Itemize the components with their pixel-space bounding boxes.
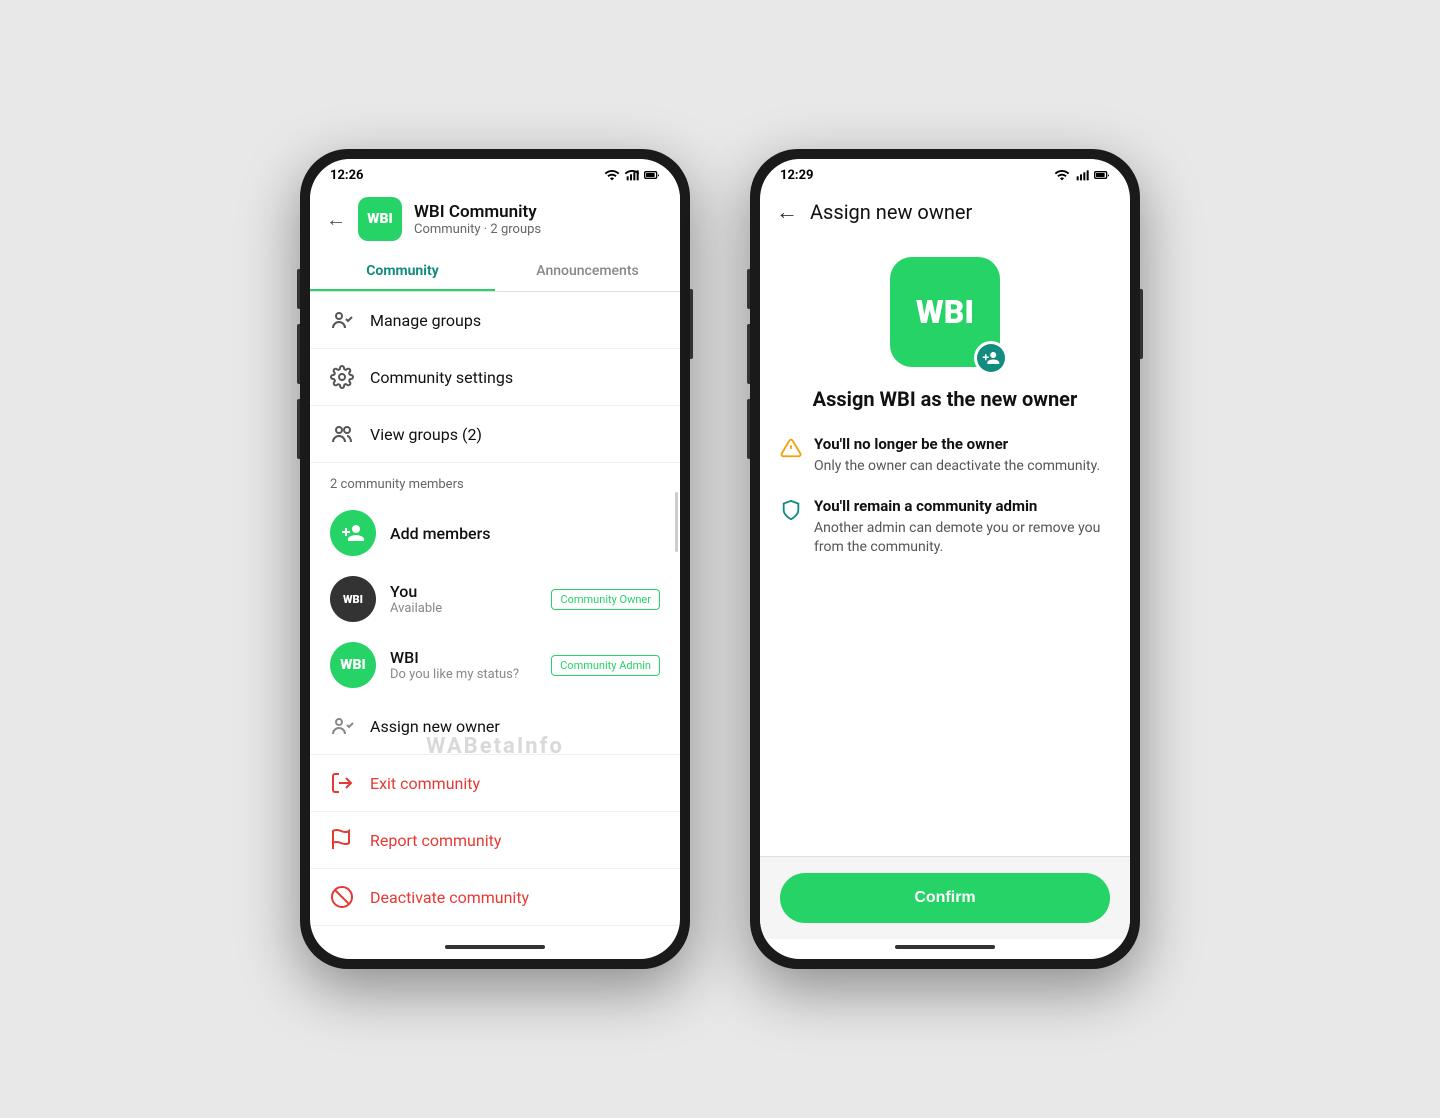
member-wbi-status: Do you like my status?	[390, 667, 537, 682]
add-member-circle-icon	[330, 510, 376, 556]
member-you-status: Available	[390, 601, 537, 616]
home-bar	[310, 939, 680, 959]
view-groups-label: View groups (2)	[370, 425, 482, 444]
warning-icon	[780, 437, 802, 459]
left-phone: 12:26 ← WBI WBI Community Community · 2 …	[300, 149, 690, 969]
status-bar: 12:26	[310, 159, 680, 187]
community-settings-item[interactable]: Community settings	[310, 349, 680, 406]
manage-groups-icon	[330, 308, 354, 332]
report-community-label: Report community	[370, 831, 501, 850]
battery-icon	[644, 167, 660, 183]
volume-up-button	[297, 324, 300, 384]
home-bar-line-right	[895, 945, 995, 949]
power-button	[690, 289, 693, 359]
wifi-icon-right	[1054, 167, 1070, 183]
left-header: ← WBI WBI Community Community · 2 groups	[310, 187, 680, 251]
info-desc-1: Only the owner can deactivate the commun…	[814, 457, 1100, 477]
right-header: ← Assign new owner	[760, 187, 1130, 237]
info-block-1: You'll no longer be the owner Only the o…	[780, 435, 1110, 477]
battery-icon-right	[1094, 167, 1110, 183]
time-display-right: 12:29	[780, 168, 814, 183]
assign-owner-label: Assign new owner	[370, 717, 500, 736]
home-bar-right	[760, 939, 1130, 959]
back-button[interactable]: ←	[326, 207, 346, 232]
exit-icon	[330, 771, 354, 795]
member-you-name: You	[390, 582, 537, 601]
deactivate-community-label: Deactivate community	[370, 888, 529, 907]
assign-avatar: WBI	[890, 257, 1000, 367]
volume-down-button-right	[747, 399, 750, 459]
status-bar-right: 12:29	[760, 159, 1130, 187]
info-bold-1: You'll no longer be the owner	[814, 435, 1100, 453]
report-icon	[330, 828, 354, 852]
tab-bar: Community Announcements	[310, 251, 680, 292]
mute-button	[297, 269, 300, 309]
power-button-right	[1140, 289, 1143, 359]
time-display: 12:26	[330, 168, 364, 183]
members-section-header: 2 community members	[310, 463, 680, 500]
settings-icon	[330, 365, 354, 389]
report-community-item[interactable]: Report community	[310, 812, 680, 869]
view-groups-item[interactable]: View groups (2)	[310, 406, 680, 463]
add-members-label: Add members	[390, 524, 491, 543]
info-text-2: You'll remain a community admin Another …	[814, 497, 1110, 558]
assign-title: Assign WBI as the new owner	[780, 387, 1110, 411]
signal-icon	[624, 167, 640, 183]
tab-announcements[interactable]: Announcements	[495, 251, 680, 291]
wifi-icon	[604, 167, 620, 183]
member-wbi-info: WBI Do you like my status?	[390, 648, 537, 682]
member-wbi-item[interactable]: WBI WBI Do you like my status? Community…	[310, 632, 680, 698]
scroll-area: Manage groups Community settings	[310, 292, 680, 939]
assign-content: WBI Assign WBI as the new owner	[760, 237, 1130, 856]
status-icons-right	[1054, 167, 1110, 183]
info-desc-2: Another admin can demote you or remove y…	[814, 519, 1110, 558]
shield-icon	[780, 499, 802, 521]
mute-button-right	[747, 269, 750, 309]
signal-icon-right	[1074, 167, 1090, 183]
member-wbi-avatar: WBI	[330, 642, 376, 688]
info-text-1: You'll no longer be the owner Only the o…	[814, 435, 1100, 477]
manage-groups-label: Manage groups	[370, 311, 481, 330]
info-bold-2: You'll remain a community admin	[814, 497, 1110, 515]
community-avatar: WBI	[358, 197, 402, 241]
member-wbi-badge: Community Admin	[551, 655, 660, 676]
volume-down-button	[297, 399, 300, 459]
confirm-button[interactable]: Confirm	[780, 873, 1110, 923]
member-you-badge: Community Owner	[551, 589, 660, 610]
assign-owner-item[interactable]: Assign new owner	[310, 698, 680, 755]
add-members-item[interactable]: Add members	[310, 500, 680, 566]
volume-up-button-right	[747, 324, 750, 384]
member-you-info: You Available	[390, 582, 537, 616]
deactivate-icon	[330, 885, 354, 909]
info-block-2: You'll remain a community admin Another …	[780, 497, 1110, 558]
community-name: WBI Community	[414, 202, 664, 222]
tab-community[interactable]: Community	[310, 251, 495, 291]
header-text: WBI Community Community · 2 groups	[414, 202, 664, 237]
status-icons	[604, 167, 660, 183]
owner-badge-inner	[977, 344, 1005, 372]
confirm-area: Confirm	[760, 856, 1130, 939]
exit-community-item[interactable]: Exit community	[310, 755, 680, 812]
member-you-item[interactable]: WBI You Available Community Owner	[310, 566, 680, 632]
assign-header-title: Assign new owner	[810, 200, 972, 224]
manage-groups-item[interactable]: Manage groups	[310, 292, 680, 349]
owner-badge-icon	[974, 341, 1008, 375]
scroll-indicator	[675, 492, 678, 552]
deactivate-community-item[interactable]: Deactivate community	[310, 869, 680, 926]
community-subtitle: Community · 2 groups	[414, 222, 664, 237]
assign-owner-icon	[330, 714, 354, 738]
member-you-avatar: WBI	[330, 576, 376, 622]
member-wbi-name: WBI	[390, 648, 537, 667]
exit-community-label: Exit community	[370, 774, 480, 793]
view-groups-icon	[330, 422, 354, 446]
assign-owner-badge-icon	[982, 349, 1000, 367]
community-settings-label: Community settings	[370, 368, 513, 387]
home-bar-line	[445, 945, 545, 949]
back-button-right[interactable]: ←	[776, 199, 798, 225]
right-phone: 12:29 ← Assign new owner WBI	[750, 149, 1140, 969]
